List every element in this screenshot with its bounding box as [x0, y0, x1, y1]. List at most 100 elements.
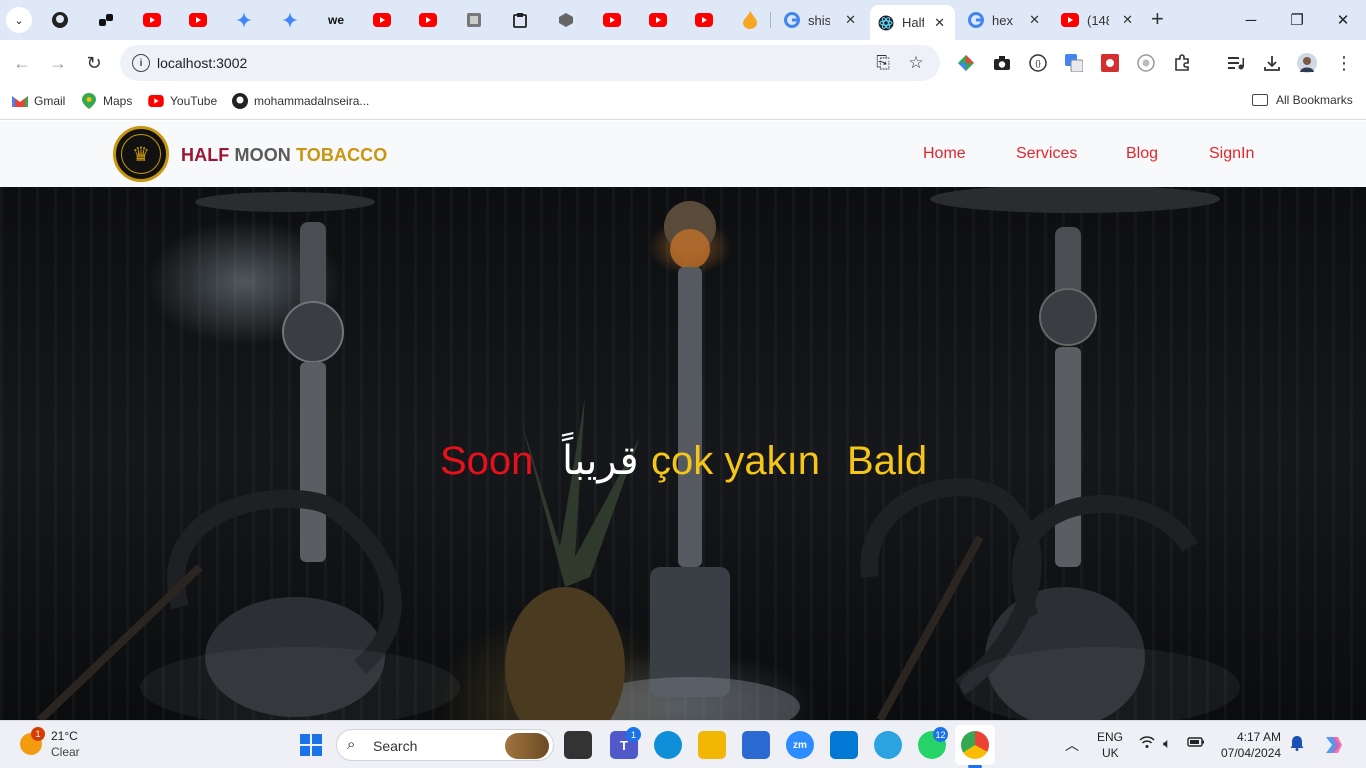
close-icon[interactable]: ✕: [845, 12, 856, 28]
clock-date[interactable]: 07/04/2024: [1221, 746, 1281, 760]
pinned-tab-youtube-1[interactable]: [140, 8, 164, 32]
new-tab-button[interactable]: +: [1151, 8, 1164, 30]
brand-part-half: HALF: [181, 145, 230, 165]
pinned-tab-youtube-7[interactable]: [692, 8, 716, 32]
all-bookmarks-label: All Bookmarks: [1276, 93, 1353, 107]
nav-link-blog[interactable]: Blog: [1126, 145, 1158, 163]
vscode-icon[interactable]: [830, 731, 858, 759]
hero-word-german: Bald: [847, 439, 928, 483]
record-extension-icon[interactable]: [1136, 53, 1156, 73]
site-logo[interactable]: ♛: [113, 126, 169, 182]
red-extension-icon[interactable]: [1100, 53, 1120, 73]
hero-word-arabic: قريباً: [562, 439, 639, 483]
clock-time[interactable]: 4:17 AM: [1237, 730, 1281, 744]
bookmark-maps[interactable]: Maps: [81, 93, 132, 109]
microsoft-store-icon[interactable]: [742, 731, 770, 759]
back-button[interactable]: ←: [11, 52, 33, 74]
tab-youtube[interactable]: (148 ✕: [1053, 6, 1143, 34]
weather-badge: 1: [31, 727, 45, 741]
pinned-tab-youtube-4[interactable]: [416, 8, 440, 32]
youtube-icon: [1061, 13, 1079, 27]
nav-link-signin[interactable]: SignIn: [1209, 145, 1254, 163]
maps-icon: [81, 93, 97, 109]
bookmark-star-icon[interactable]: ☆: [906, 53, 926, 73]
translate-icon[interactable]: [1064, 53, 1084, 73]
close-icon[interactable]: ✕: [1122, 12, 1133, 28]
brand-name[interactable]: HALF MOON TOBACCO: [181, 145, 387, 166]
address-bar[interactable]: i localhost:3002 ⎘ ☆: [120, 45, 940, 81]
chrome-icon[interactable]: [961, 731, 989, 759]
battery-icon[interactable]: [1187, 735, 1205, 751]
close-window-button[interactable]: ✕: [1320, 6, 1366, 34]
profile-avatar[interactable]: [1297, 53, 1317, 73]
pinned-tab-link[interactable]: [94, 8, 118, 32]
download-icon[interactable]: [1262, 53, 1282, 73]
pinned-tab-we[interactable]: we: [324, 8, 348, 32]
forward-button[interactable]: →: [47, 52, 69, 74]
weather-temperature[interactable]: 21°C: [51, 729, 78, 743]
notification-bell-icon[interactable]: [1290, 735, 1304, 754]
tab-shisha[interactable]: shisl ✕: [776, 6, 866, 34]
all-bookmarks-button[interactable]: All Bookmarks: [1252, 93, 1353, 107]
camera-icon[interactable]: [992, 53, 1012, 73]
minimize-button[interactable]: ─: [1228, 6, 1274, 34]
bookmark-youtube[interactable]: YouTube: [148, 93, 217, 109]
more-menu-icon[interactable]: ⋮: [1334, 53, 1354, 73]
zoom-icon[interactable]: zm: [786, 731, 814, 759]
bookmark-label: mohammadalnseira...: [254, 94, 370, 108]
tab-hex[interactable]: hex ✕: [960, 6, 1050, 34]
pinned-tab-clipboard[interactable]: [508, 8, 532, 32]
url-text[interactable]: localhost:3002: [157, 55, 247, 71]
pinned-tab-github[interactable]: [48, 8, 72, 32]
install-app-icon[interactable]: ⎘: [873, 53, 893, 73]
extension-colorful-icon[interactable]: [956, 53, 976, 73]
pinned-tab-youtube-2[interactable]: [186, 8, 210, 32]
pinned-tab-cube[interactable]: [554, 8, 578, 32]
taskbar-search[interactable]: ⌕ Search: [336, 729, 554, 761]
we-app-icon: we: [327, 13, 344, 27]
pinned-tab-youtube-5[interactable]: [600, 8, 624, 32]
start-button[interactable]: [300, 734, 322, 756]
bookmark-label: YouTube: [170, 94, 218, 108]
wifi-icon[interactable]: [1139, 735, 1155, 752]
weather-condition[interactable]: Clear: [51, 745, 80, 759]
pinned-tab-gemini-1[interactable]: [232, 8, 256, 32]
close-icon[interactable]: ✕: [1029, 12, 1040, 28]
brand-part-moon: MOON: [234, 145, 291, 165]
pinned-tab-youtube-6[interactable]: [646, 8, 670, 32]
tab-half-moon[interactable]: Half ✕: [870, 5, 955, 40]
brand-part-tobacco: TOBACCO: [296, 145, 388, 165]
bookmark-github[interactable]: mohammadalnseira...: [232, 93, 369, 109]
media-controls-icon[interactable]: [1226, 53, 1246, 73]
volume-icon[interactable]: 🔈︎: [1163, 735, 1171, 752]
nav-link-services[interactable]: Services: [1016, 145, 1077, 163]
pinned-tab-gemini-2[interactable]: [278, 8, 302, 32]
file-explorer-icon[interactable]: [698, 731, 726, 759]
restore-button[interactable]: ❐: [1274, 6, 1320, 34]
language-region[interactable]: UK: [1102, 746, 1119, 760]
pinned-tab-archive[interactable]: [462, 8, 486, 32]
pinned-tab-youtube-3[interactable]: [370, 8, 394, 32]
edge-icon[interactable]: [654, 731, 682, 759]
gemini-icon: [236, 12, 252, 28]
cube-icon: [559, 13, 573, 27]
bookmark-label: Gmail: [34, 94, 66, 108]
copilot-icon[interactable]: [1322, 735, 1344, 758]
tab-search-icon[interactable]: ⌄: [6, 7, 32, 33]
close-icon[interactable]: ✕: [934, 15, 945, 31]
task-view-icon[interactable]: [564, 731, 592, 759]
telegram-icon[interactable]: [874, 731, 902, 759]
language-code[interactable]: ENG: [1097, 730, 1123, 744]
show-hidden-icons-icon[interactable]: ︿: [1065, 735, 1079, 755]
extensions-puzzle-icon[interactable]: [1172, 53, 1192, 73]
site-info-icon[interactable]: i: [132, 54, 150, 72]
reload-button[interactable]: ↻: [83, 52, 105, 74]
google-icon: [784, 12, 800, 28]
dev-tools-icon[interactable]: {}: [1028, 53, 1048, 73]
bookmark-gmail[interactable]: Gmail: [12, 93, 65, 109]
pinned-tab-flame[interactable]: [738, 8, 762, 32]
hero-section: Soon قريباً çok yakın Bald: [0, 187, 1366, 720]
hero-multilingual-title: Soon قريباً çok yakın Bald: [0, 439, 1366, 489]
nav-link-home[interactable]: Home: [923, 145, 966, 163]
svg-text:{}: {}: [1035, 59, 1041, 68]
